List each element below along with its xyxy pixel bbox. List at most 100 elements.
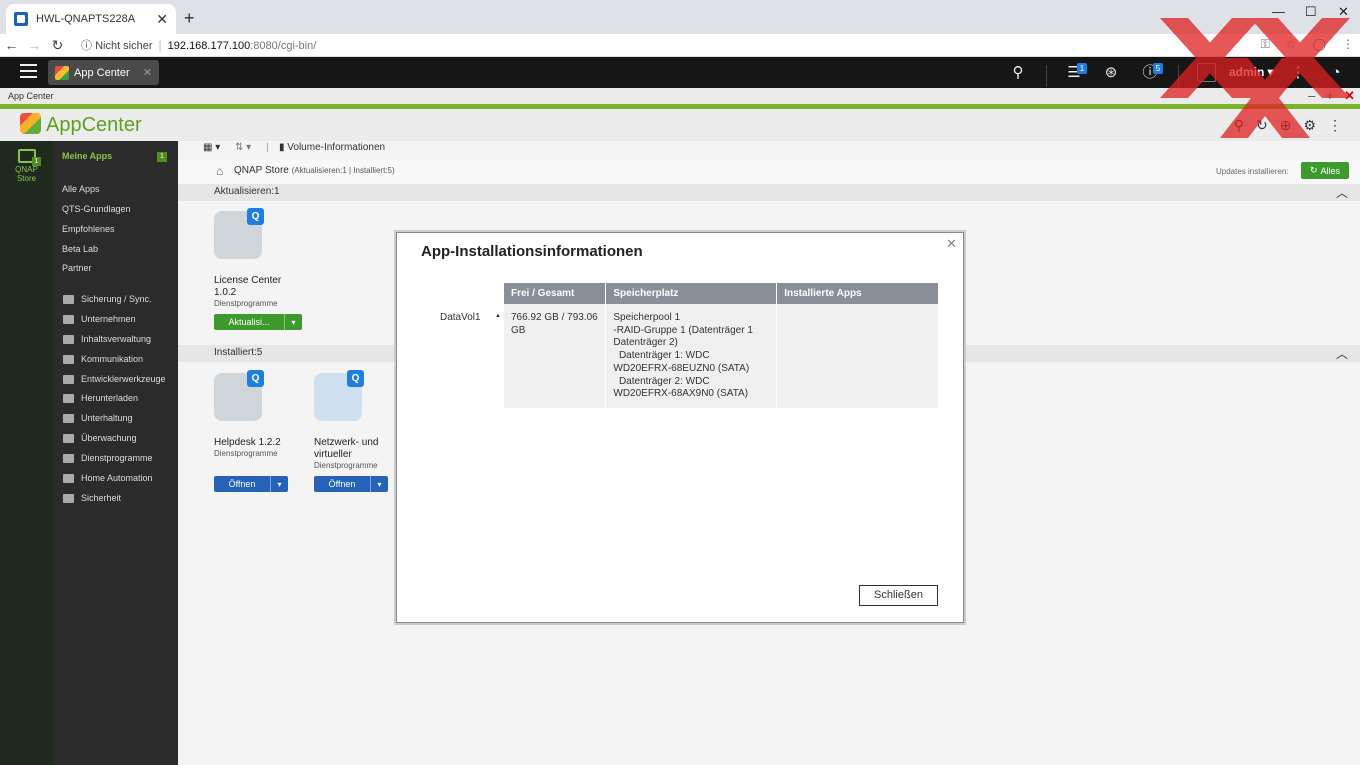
install-manually-icon[interactable]: ⊕ xyxy=(1280,117,1292,134)
store-badge: 1 xyxy=(32,157,41,166)
bookmark-star-icon[interactable]: ☆ xyxy=(1286,37,1297,52)
avatar[interactable] xyxy=(1197,63,1216,82)
qts-app-tab[interactable]: App Center ✕ xyxy=(48,60,159,85)
chevron-down-icon: ▾ xyxy=(270,476,288,492)
license-center-icon: Q xyxy=(214,208,264,259)
url-path: :8080/cgi-bin/ xyxy=(250,40,317,52)
chevron-up-icon: ︿ xyxy=(1335,186,1348,200)
sort-icon[interactable]: ⇅ ▾ xyxy=(235,142,251,153)
address-bar: ← → ↻ ⓘ Nicht sicher | 192.168.177.100:8… xyxy=(0,34,1360,57)
main-menu-icon[interactable] xyxy=(20,64,37,78)
security-info[interactable]: ⓘ Nicht sicher xyxy=(81,37,153,53)
volume-info-button[interactable]: ▮ Volume-Informationen xyxy=(279,142,385,153)
key-icon[interactable]: ⚿ xyxy=(1261,37,1270,52)
window-close-icon[interactable]: ✕ xyxy=(1338,4,1349,20)
col-storage: Speicherplatz xyxy=(605,283,778,304)
browser-tabbar: HWL-QNAPTS228A ✕ + — ☐ ✕ xyxy=(0,0,1360,34)
app-category: Dienstprogramme xyxy=(214,449,278,458)
entertainment-icon xyxy=(63,413,74,423)
sidebar-item-surveillance[interactable]: Überwachung xyxy=(63,433,137,443)
settings-gear-icon[interactable]: ⚙ xyxy=(1303,117,1316,134)
search-icon[interactable]: ⚲ xyxy=(1234,117,1244,134)
tasks-badge: 1 xyxy=(1077,63,1087,74)
update-all-button[interactable]: ↻ Alles xyxy=(1301,162,1349,179)
refresh-icon[interactable]: ↻ xyxy=(1256,117,1268,134)
qnap-store-button[interactable]: QNAP Store xyxy=(5,149,48,183)
sidebar-item-qts-essentials[interactable]: QTS-Grundlagen xyxy=(62,204,131,214)
window-minimize-icon[interactable]: – xyxy=(1308,88,1315,103)
browser-tab[interactable]: HWL-QNAPTS228A ✕ xyxy=(6,4,176,34)
app-name: AppCenter xyxy=(46,114,142,136)
communication-icon xyxy=(63,354,74,364)
open-app-button[interactable]: Öffnen ▾ xyxy=(214,476,288,492)
surveillance-icon xyxy=(63,433,74,443)
sidebar-item-communication[interactable]: Kommunikation xyxy=(63,354,143,364)
sidebar-item-partner[interactable]: Partner xyxy=(62,263,92,273)
app-card-license-center[interactable]: Q License Center 1.0.2 Dienstprogramme xyxy=(214,208,304,308)
back-icon[interactable]: ← xyxy=(0,37,23,53)
more-options-icon[interactable]: ⋮ xyxy=(1288,63,1308,83)
store-icon: ⌂ xyxy=(216,164,224,178)
notifications-badge: 5 xyxy=(1153,63,1163,74)
minimize-icon[interactable]: — xyxy=(1272,4,1285,19)
window-close-icon[interactable]: ✕ xyxy=(1344,88,1355,104)
updates-label: Updates installieren: xyxy=(1216,167,1289,176)
cell-storage: Speicherpool 1 -RAID-Gruppe 1 (Datenträg… xyxy=(605,304,778,408)
app-card-network-virtual-switch[interactable]: Q Netzwerk- und virtueller Dienstprogram… xyxy=(314,370,404,470)
window-title: App Center xyxy=(8,91,54,101)
grid-view-icon[interactable]: ▦ ▾ xyxy=(203,142,220,153)
expand-arrow-icon[interactable]: ▲ xyxy=(495,313,501,319)
search-icon[interactable]: ⚲ xyxy=(1008,63,1028,83)
sidebar-item-my-apps[interactable]: Meine Apps xyxy=(62,151,112,161)
update-app-button[interactable]: Aktualisi... ▾ xyxy=(214,314,302,330)
window-maximize-icon[interactable]: + xyxy=(1326,88,1334,103)
dashboard-icon[interactable]: ◔ xyxy=(1326,63,1346,83)
col-free-total: Frei / Gesamt xyxy=(504,283,607,304)
cell-free-total: 766.92 GB / 793.06 GB xyxy=(504,304,607,408)
open-app-button[interactable]: Öffnen ▾ xyxy=(314,476,388,492)
sidebar-item-backup[interactable]: Sicherung / Sync. xyxy=(63,294,152,304)
toolbar: ▦ ▾ ⇅ ▾ | ▮ Volume-Informationen xyxy=(178,141,1360,160)
url-field[interactable]: 192.168.177.100:8080/cgi-bin/ xyxy=(168,38,317,52)
app-card-helpdesk[interactable]: Q Helpdesk 1.2.2 Dienstprogramme xyxy=(214,370,304,458)
tab-close-icon[interactable]: ✕ xyxy=(156,11,168,28)
download-icon xyxy=(63,393,74,403)
backup-icon xyxy=(63,294,74,304)
sidebar-item-entertainment[interactable]: Unterhaltung xyxy=(63,413,133,423)
sidebar-item-recommended[interactable]: Empfohlenes xyxy=(62,224,115,234)
chevron-down-icon: ▾ xyxy=(284,314,302,330)
helpdesk-icon: Q xyxy=(214,370,264,421)
dialog-close-icon[interactable]: ✕ xyxy=(946,236,957,252)
external-devices-icon[interactable]: ⊛ xyxy=(1101,63,1121,83)
sidebar-item-home-automation[interactable]: Home Automation xyxy=(63,473,153,483)
maximize-icon[interactable]: ☐ xyxy=(1305,4,1317,20)
reload-icon[interactable]: ↻ xyxy=(46,37,69,54)
window-titlebar: App Center – + ✕ xyxy=(0,88,1360,104)
sidebar-item-business[interactable]: Unternehmen xyxy=(63,314,136,324)
qts-tab-close-icon[interactable]: ✕ xyxy=(143,66,152,79)
sidebar-item-all-apps[interactable]: Alle Apps xyxy=(62,184,100,194)
sidebar-item-beta-lab[interactable]: Beta Lab xyxy=(62,244,98,254)
sidebar-item-content[interactable]: Inhaltsverwaltung xyxy=(63,334,151,344)
sidebar-item-download[interactable]: Herunterladen xyxy=(63,393,138,403)
forward-icon[interactable]: → xyxy=(23,37,46,53)
user-menu[interactable]: admin ▾ xyxy=(1229,65,1274,79)
app-installation-info-dialog: App-Installationsinformationen ✕ DataVol… xyxy=(396,232,964,623)
close-button[interactable]: Schließen xyxy=(859,585,938,606)
appcenter-logo-icon xyxy=(20,113,41,134)
sidebar-item-utilities[interactable]: Dienstprogramme xyxy=(63,453,153,463)
qnap-favicon-icon xyxy=(14,12,28,26)
section-update-header[interactable]: Aktualisieren:1 ︿ xyxy=(178,184,1360,201)
new-tab-icon[interactable]: + xyxy=(184,8,195,29)
app-name: Helpdesk 1.2.2 xyxy=(214,437,281,448)
more-icon[interactable]: ⋮ xyxy=(1328,117,1342,134)
my-apps-badge: 1 xyxy=(157,152,167,162)
chevron-down-icon: ▾ xyxy=(370,476,388,492)
app-name: Netzwerk- und virtueller xyxy=(314,437,379,460)
sidebar-item-developer[interactable]: Entwicklerwerkzeuge xyxy=(63,374,166,384)
sidebar-item-security[interactable]: Sicherheit xyxy=(63,493,121,503)
profile-icon[interactable]: ◯ xyxy=(1313,37,1326,52)
business-icon xyxy=(63,314,74,324)
browser-tab-title: HWL-QNAPTS228A xyxy=(36,13,136,25)
browser-menu-icon[interactable]: ⋮ xyxy=(1342,37,1354,52)
